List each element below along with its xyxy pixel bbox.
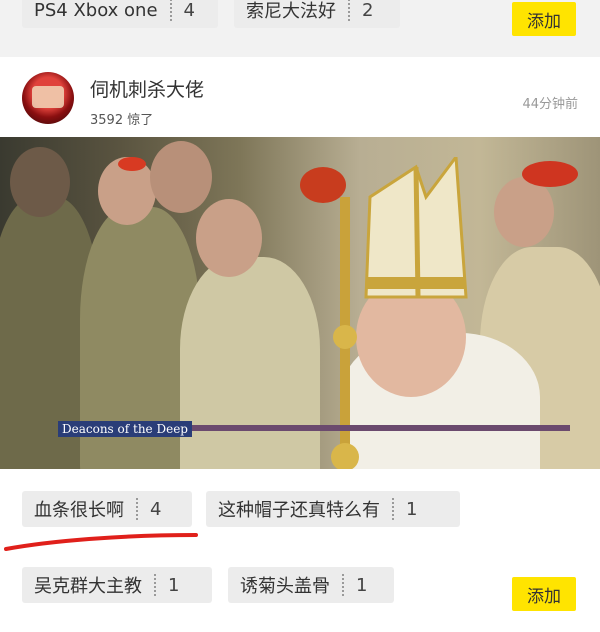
figure-head (494, 177, 554, 247)
timestamp: 44分钟前 (522, 97, 578, 112)
tag-count: 1 (356, 574, 368, 596)
divider (392, 498, 394, 520)
tag-label: 索尼大法好 (246, 1, 336, 22)
add-tag-button[interactable]: 添加 (512, 577, 576, 611)
figure-shape (180, 257, 320, 469)
tag-count: 2 (362, 0, 374, 21)
post-image[interactable]: Deacons of the Deep (0, 137, 600, 469)
tag-chip[interactable]: 诱菊头盖骨 1 (228, 567, 394, 603)
avatar-image (32, 86, 64, 108)
avatar[interactable] (22, 72, 74, 124)
divider (169, 0, 172, 21)
tag-label: 血条很长啊 (34, 500, 124, 521)
username[interactable]: 伺机刺杀大佬 (90, 75, 204, 102)
tag-count: 4 (183, 0, 195, 21)
shocked-count: 3592 惊了 (90, 113, 154, 128)
mitre-icon (364, 157, 468, 299)
tag-chip[interactable]: 吴克群大主教 1 (22, 567, 212, 603)
tag-count: 4 (150, 498, 162, 520)
divider (136, 498, 138, 520)
figure-head (118, 157, 146, 171)
figure-head (10, 147, 70, 217)
tag-chip[interactable]: 这种帽子还真特么有 1 (206, 491, 460, 527)
divider (342, 574, 344, 596)
tag-chip[interactable]: 索尼大法好 2 (234, 0, 400, 28)
tag-label: 诱菊头盖骨 (240, 576, 330, 597)
add-tag-button[interactable]: 添加 (512, 2, 576, 36)
divider (348, 0, 350, 21)
tag-count: 1 (168, 574, 180, 596)
figure-head (196, 199, 262, 277)
tag-label: 这种帽子还真特么有 (218, 500, 380, 521)
tag-label: PS4 Xbox one (34, 0, 158, 21)
divider (154, 574, 156, 596)
image-caption: Deacons of the Deep (58, 421, 192, 437)
tag-count: 1 (406, 498, 418, 520)
post-card: 伺机刺杀大佬 3592 惊了 44分钟前 Deacons of the Deep… (0, 57, 600, 632)
tag-chip[interactable]: PS4 Xbox one 4 (22, 0, 218, 28)
figure-head (522, 161, 578, 187)
figure-head (150, 141, 212, 213)
tag-chip[interactable]: 血条很长啊 4 (22, 491, 192, 527)
tag-label: 吴克群大主教 (34, 576, 142, 597)
